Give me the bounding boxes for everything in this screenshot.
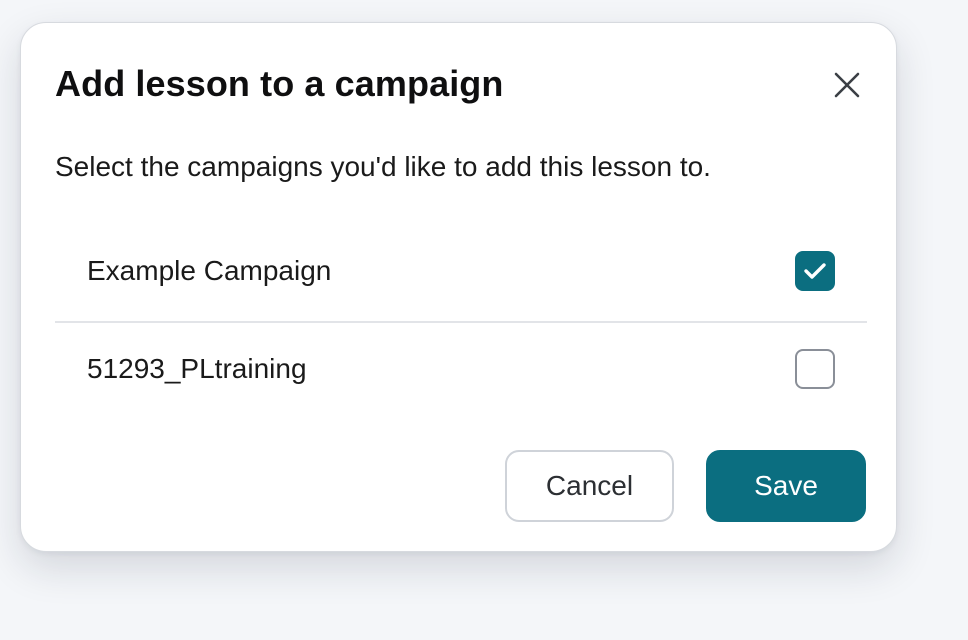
- campaign-row-example-campaign[interactable]: Example Campaign: [55, 223, 867, 319]
- dialog-description: Select the campaigns you'd like to add t…: [55, 151, 711, 182]
- campaign-label: 51293_PLtraining: [87, 353, 307, 384]
- close-icon: [834, 72, 860, 98]
- checkmark-icon: [804, 263, 826, 279]
- cancel-button[interactable]: Cancel: [505, 450, 674, 522]
- save-button[interactable]: Save: [706, 450, 866, 522]
- add-to-campaign-dialog: Add lesson to a campaign Select the camp…: [20, 22, 897, 552]
- campaign-checkbox-unchecked[interactable]: [795, 349, 835, 389]
- dialog-title: Add lesson to a campaign: [55, 63, 504, 104]
- campaign-label: Example Campaign: [87, 255, 332, 286]
- close-button[interactable]: [827, 65, 867, 105]
- campaign-checkbox-checked[interactable]: [795, 251, 835, 291]
- campaign-row-51293-pltraining[interactable]: 51293_PLtraining: [55, 321, 867, 417]
